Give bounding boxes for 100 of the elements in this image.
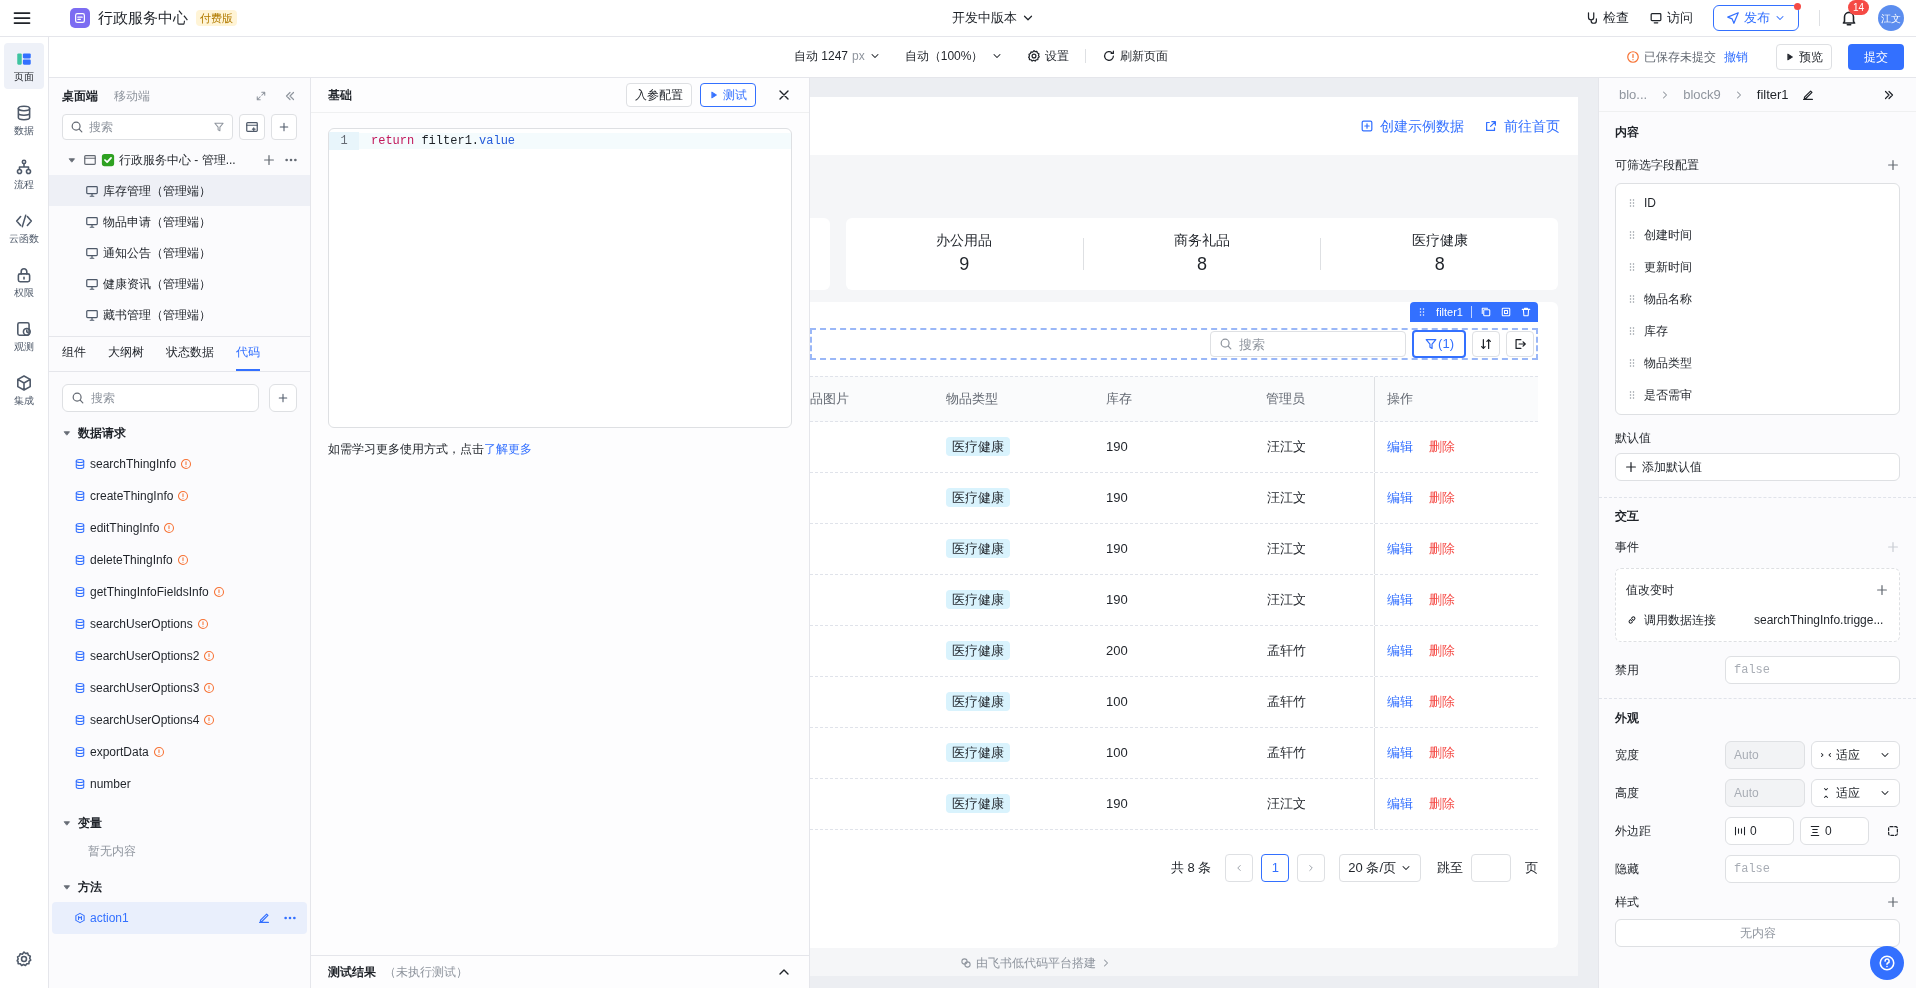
search-field[interactable]: 搜索 (62, 114, 233, 140)
edit-link[interactable]: 编辑 (1387, 488, 1413, 508)
tree-item[interactable]: 通知公告（管理端） (49, 237, 310, 268)
filter-icon[interactable] (213, 121, 225, 133)
event-action[interactable]: 调用数据连接 searchThingInfo.trigge... (1626, 605, 1889, 635)
rail-item[interactable]: 流程 (4, 151, 44, 197)
code-editor[interactable]: 1 return filter1.value (328, 128, 792, 428)
settings-button[interactable]: 设置 (1027, 47, 1070, 65)
publish-button[interactable]: 发布 (1713, 5, 1799, 31)
code-item[interactable]: editThingInfo (52, 512, 307, 544)
text-field[interactable]: false (1725, 855, 1900, 883)
device-tab[interactable]: 桌面端 (62, 87, 98, 105)
edit-link[interactable]: 编辑 (1387, 692, 1413, 712)
section-header[interactable]: 数据请求 (49, 418, 310, 448)
number-field[interactable]: 0 (1800, 817, 1869, 845)
code-item[interactable]: searchThingInfo (52, 448, 307, 480)
breadcrumb-item[interactable]: filter1 (1756, 84, 1789, 105)
code-item[interactable]: exportData (52, 736, 307, 768)
edit-icon[interactable] (1800, 87, 1815, 102)
filter-button[interactable]: (1) (1412, 330, 1466, 358)
field-item[interactable]: 更新时间 (1616, 251, 1899, 283)
field-item[interactable]: ID (1616, 187, 1899, 219)
edit-link[interactable]: 编辑 (1387, 641, 1413, 661)
code-item[interactable]: searchUserOptions4 (52, 704, 307, 736)
field-item[interactable]: 创建时间 (1616, 219, 1899, 251)
tree-item[interactable]: 行政服务中心 - 管理... (49, 144, 310, 175)
panel-tab[interactable]: 代码 (236, 343, 260, 371)
add-icon[interactable] (1886, 158, 1900, 172)
rail-item[interactable]: 权限 (4, 259, 44, 305)
tree-item[interactable]: 藏书管理（管理端） (49, 299, 310, 330)
delete-link[interactable]: 删除 (1429, 692, 1455, 712)
preview-button[interactable]: 预览 (1776, 44, 1832, 70)
code-item[interactable]: getThingInfoFieldsInfo (52, 576, 307, 608)
bell-icon[interactable] (1840, 9, 1858, 27)
delete-link[interactable]: 删除 (1429, 488, 1455, 508)
delete-icon[interactable] (1520, 306, 1532, 318)
edit-link[interactable]: 编辑 (1387, 743, 1413, 763)
tree-item[interactable]: 物品申请（管理端） (49, 206, 310, 237)
edit-link[interactable]: 编辑 (1387, 794, 1413, 814)
add-icon[interactable] (262, 152, 276, 167)
page-size-dropdown[interactable]: 20 条/页 (1339, 854, 1421, 882)
learn-more-link[interactable]: 了解更多 (484, 442, 532, 456)
field-item[interactable]: 物品类型 (1616, 347, 1899, 379)
expand-icon[interactable] (255, 90, 267, 102)
add-icon[interactable] (1875, 583, 1889, 597)
version-dropdown[interactable]: 开发中版本 (952, 8, 1035, 28)
field-item[interactable]: 物品名称 (1616, 283, 1899, 315)
rail-item[interactable]: 数据 (4, 97, 44, 143)
edit-link[interactable]: 编辑 (1387, 437, 1413, 457)
page-input[interactable] (1471, 854, 1511, 882)
tree-item[interactable]: 库存管理（管理端） (49, 175, 310, 206)
section-header[interactable]: 方法 (49, 872, 310, 902)
rail-item[interactable]: 观测 (4, 313, 44, 359)
code-item[interactable]: action1 (52, 902, 307, 934)
refresh-button[interactable]: 刷新页面 (1102, 47, 1169, 65)
search-field[interactable]: 搜索 (1210, 331, 1407, 357)
add-page-icon[interactable] (239, 114, 265, 140)
panel-tab[interactable]: 组件 (62, 343, 86, 371)
margin-expand-icon[interactable] (1886, 824, 1900, 838)
add-icon[interactable] (269, 384, 297, 412)
code-item[interactable]: searchUserOptions (52, 608, 307, 640)
help-icon[interactable] (1870, 946, 1904, 980)
size-mode-dropdown[interactable]: 适应 (1811, 741, 1900, 769)
text-field[interactable]: false (1725, 656, 1900, 684)
delete-link[interactable]: 删除 (1429, 437, 1455, 457)
add-icon[interactable] (1886, 895, 1900, 909)
rail-item[interactable]: 页面 (4, 43, 44, 89)
search-field[interactable]: 搜索 (62, 384, 259, 412)
panel-tab[interactable]: 状态数据 (166, 343, 214, 371)
visit-button[interactable]: 访问 (1649, 8, 1693, 28)
create-sample-link[interactable]: 创建示例数据 (1360, 115, 1464, 137)
delete-link[interactable]: 删除 (1429, 794, 1455, 814)
rail-item[interactable]: 云函数 (4, 205, 44, 251)
page-button[interactable]: 1 (1261, 854, 1290, 882)
delete-link[interactable]: 删除 (1429, 539, 1455, 559)
code-item[interactable]: searchUserOptions2 (52, 640, 307, 672)
copy-icon[interactable] (1480, 306, 1492, 318)
settings-icon[interactable] (15, 950, 33, 968)
delete-link[interactable]: 删除 (1429, 590, 1455, 610)
delete-link[interactable]: 删除 (1429, 743, 1455, 763)
export-icon[interactable] (1506, 331, 1534, 357)
code-item[interactable]: createThingInfo (52, 480, 307, 512)
duplicate-icon[interactable] (1500, 306, 1512, 318)
submit-button[interactable]: 提交 (1848, 44, 1904, 70)
section-header[interactable]: 变量 (49, 808, 310, 838)
field-item[interactable]: 是否需审 (1616, 379, 1899, 411)
add-default-button[interactable]: 添加默认值 (1615, 453, 1900, 481)
rail-item[interactable]: 集成 (4, 367, 44, 413)
sort-icon[interactable] (1472, 331, 1500, 357)
zoom-dropdown[interactable]: 自动（100%） (904, 47, 1004, 65)
tree-item[interactable]: 健康资讯（管理端） (49, 268, 310, 299)
collapse-icon[interactable] (283, 89, 297, 103)
add-icon[interactable] (271, 114, 297, 140)
field-item[interactable]: 库存 (1616, 315, 1899, 347)
number-field[interactable]: 0 (1725, 817, 1794, 845)
edit-link[interactable]: 编辑 (1387, 590, 1413, 610)
delete-link[interactable]: 删除 (1429, 641, 1455, 661)
params-button[interactable]: 入参配置 (626, 83, 692, 107)
revert-link[interactable]: 撤销 (1724, 48, 1748, 66)
inspect-button[interactable]: 检查 (1585, 8, 1629, 28)
